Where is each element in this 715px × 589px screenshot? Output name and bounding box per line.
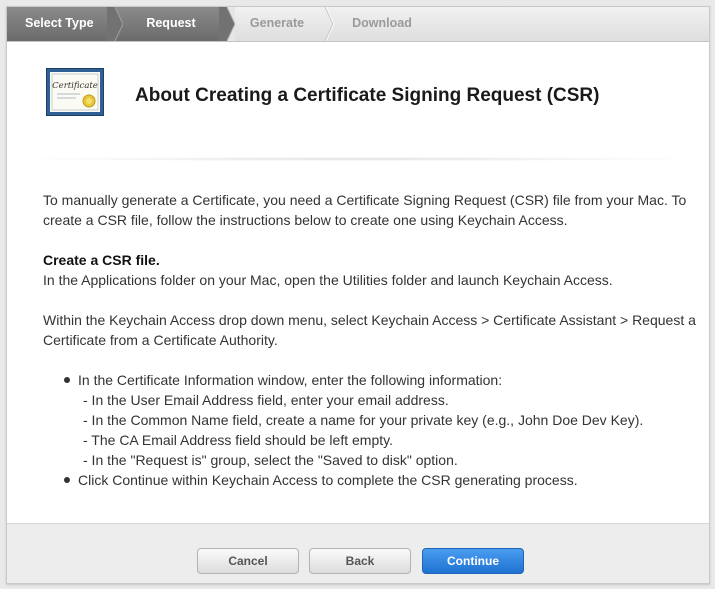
list-item-text: In the Certificate Information window, e…	[78, 372, 503, 388]
header-divider	[27, 157, 689, 161]
section-text: In the Applications folder on your Mac, …	[43, 272, 613, 288]
step-select-type: Select Type	[7, 7, 115, 41]
sub-list: - In the User Email Address field, enter…	[78, 390, 703, 470]
back-button[interactable]: Back	[309, 548, 411, 574]
section-heading: Create a CSR file.	[43, 252, 160, 268]
step-chevron-icon	[107, 7, 123, 41]
list-item: Click Continue within Keychain Access to…	[63, 470, 703, 490]
csr-panel: Select Type Request Generate Download Ce…	[6, 6, 710, 584]
step-chevron-icon	[319, 7, 335, 41]
svg-text:Certificate: Certificate	[52, 81, 98, 91]
step-request: Request	[115, 7, 227, 41]
cancel-button[interactable]: Cancel	[197, 548, 299, 574]
certificate-icon: Certificate	[46, 68, 104, 116]
list-item-text: Click Continue within Keychain Access to…	[78, 472, 578, 488]
sub-list-item: - The CA Email Address field should be l…	[83, 432, 393, 448]
bullet-list: In the Certificate Information window, e…	[43, 370, 703, 490]
intro-text: To manually generate a Certificate, you …	[43, 192, 687, 228]
list-item: In the Certificate Information window, e…	[63, 370, 703, 470]
step-download: Download	[352, 16, 412, 30]
sub-list-item: - In the User Email Address field, enter…	[83, 392, 449, 408]
page-title: About Creating a Certificate Signing Req…	[135, 85, 600, 106]
footer-bar: Cancel Back Continue	[7, 523, 709, 583]
continue-button[interactable]: Continue	[422, 548, 524, 574]
sub-list-item: - In the "Request is" group, select the …	[83, 452, 458, 468]
step-chevron-icon	[219, 7, 235, 41]
sub-list-item: - In the Common Name field, create a nam…	[83, 412, 644, 428]
menu-instructions: Within the Keychain Access drop down men…	[43, 312, 696, 348]
instructions: To manually generate a Certificate, you …	[43, 190, 703, 490]
progress-steps: Select Type Request Generate Download	[7, 7, 709, 42]
step-generate: Generate	[249, 16, 305, 30]
